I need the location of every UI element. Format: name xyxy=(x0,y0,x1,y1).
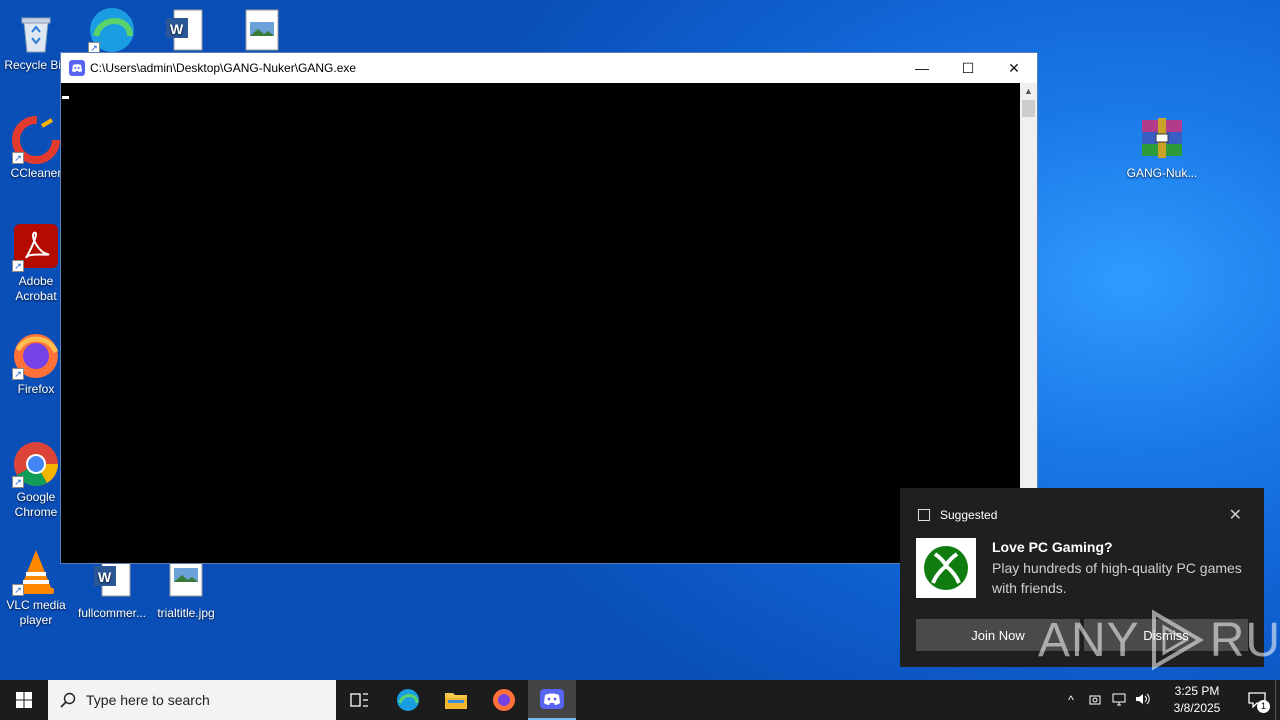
discord-app-icon xyxy=(69,60,85,76)
desktop-icon-label: trialtitle.jpg xyxy=(157,606,215,620)
edge-icon: ↗ xyxy=(88,6,136,54)
notification-category: Suggested xyxy=(940,508,998,522)
scroll-thumb[interactable] xyxy=(1022,100,1035,117)
clock-date: 3/8/2025 xyxy=(1173,701,1221,715)
folder-icon xyxy=(445,693,467,709)
network-icon[interactable] xyxy=(1107,692,1131,709)
notification-content: Love PC Gaming? Play hundreds of high-qu… xyxy=(900,522,1264,598)
task-view-button[interactable] xyxy=(336,680,384,720)
chrome-icon: ↗ xyxy=(12,440,60,488)
taskbar-gang-console[interactable] xyxy=(528,680,576,720)
close-button[interactable]: ✕ xyxy=(991,53,1037,83)
notification-message: Play hundreds of high-quality PC games w… xyxy=(992,560,1242,596)
taskbar-file-explorer[interactable] xyxy=(432,680,480,720)
shortcut-arrow-icon: ↗ xyxy=(12,368,24,380)
watermark-left: ANY xyxy=(1038,613,1140,667)
notification-close-icon[interactable]: ✕ xyxy=(1229,505,1242,525)
scroll-up-icon[interactable]: ▲ xyxy=(1020,83,1037,100)
recycle-bin-icon xyxy=(12,8,60,56)
desktop-icon-trialtitle[interactable]: trialtitle.jpg xyxy=(148,556,224,621)
search-placeholder: Type here to search xyxy=(86,692,210,708)
search-icon xyxy=(60,692,76,708)
desktop-icon-label: GANG-Nuk... xyxy=(1126,166,1198,180)
svg-text:W: W xyxy=(98,569,112,585)
action-center-button[interactable]: 1 xyxy=(1239,680,1275,720)
clock-time: 3:25 PM xyxy=(1174,684,1220,698)
firefox-icon xyxy=(493,689,515,711)
task-view-icon xyxy=(350,693,368,707)
notification-header: Suggested xyxy=(900,488,1264,522)
play-icon xyxy=(1151,609,1204,671)
image-file-icon xyxy=(238,6,286,54)
console-window[interactable]: C:\Users\admin\Desktop\GANG-Nuker\GANG.e… xyxy=(60,52,1038,564)
taskbar-edge[interactable] xyxy=(384,680,432,720)
desktop-icon-gang-archive[interactable]: GANG-Nuk... xyxy=(1124,116,1200,181)
desktop-icon-label: fullcommer... xyxy=(77,606,146,620)
desktop-icon-fullcomment[interactable]: W fullcommer... xyxy=(74,556,150,621)
text-cursor xyxy=(62,96,69,99)
desktop-icon-label: VLC media player xyxy=(6,598,66,627)
ccleaner-icon: ↗ xyxy=(12,116,60,164)
notification-headline: Love PC Gaming? xyxy=(992,539,1113,555)
system-tray: ^ 3:25 PM 3/8/2025 1 xyxy=(1059,680,1280,720)
word-document-icon: W xyxy=(160,6,208,54)
shortcut-arrow-icon: ↗ xyxy=(12,476,24,488)
acrobat-icon: ↗ xyxy=(12,224,60,272)
taskbar-search-box[interactable]: Type here to search xyxy=(48,680,336,720)
taskbar-clock[interactable]: 3:25 PM 3/8/2025 xyxy=(1161,683,1233,717)
start-button[interactable] xyxy=(0,680,48,720)
winrar-archive-icon xyxy=(1138,116,1186,164)
anyrun-watermark: ANY RUN xyxy=(1038,608,1280,672)
svg-text:W: W xyxy=(170,21,184,37)
minimize-button[interactable]: — xyxy=(899,53,945,83)
chevron-up-icon[interactable]: ^ xyxy=(1059,693,1083,707)
volume-icon[interactable] xyxy=(1131,692,1155,709)
taskbar-firefox[interactable] xyxy=(480,680,528,720)
desktop-icon-edge[interactable]: ↗ xyxy=(74,6,150,56)
shortcut-arrow-icon: ↗ xyxy=(12,152,24,164)
console-titlebar[interactable]: C:\Users\admin\Desktop\GANG-Nuker\GANG.e… xyxy=(61,53,1037,83)
taskbar: Type here to search ^ 3:25 PM 3/8/2025 1 xyxy=(0,680,1280,720)
windows-logo-icon xyxy=(16,692,32,708)
watermark-right: RUN xyxy=(1209,613,1280,667)
xbox-icon xyxy=(916,538,976,598)
discord-app-icon xyxy=(540,689,564,709)
desktop-icon-image-top[interactable] xyxy=(224,6,300,56)
console-output[interactable] xyxy=(61,83,1020,563)
shortcut-arrow-icon: ↗ xyxy=(12,260,24,272)
notification-count-badge: 1 xyxy=(1257,700,1270,713)
console-title: C:\Users\admin\Desktop\GANG-Nuker\GANG.e… xyxy=(90,61,357,75)
maximize-button[interactable]: ☐ xyxy=(945,53,991,83)
suggested-icon xyxy=(918,509,930,521)
show-desktop-button[interactable] xyxy=(1275,680,1280,720)
meet-now-icon[interactable] xyxy=(1083,692,1107,709)
vlc-icon: ↗ xyxy=(12,548,60,596)
shortcut-arrow-icon: ↗ xyxy=(12,584,24,596)
edge-icon xyxy=(397,689,419,711)
desktop-icon-word-doc-top[interactable]: W xyxy=(146,6,222,56)
firefox-icon: ↗ xyxy=(12,332,60,380)
